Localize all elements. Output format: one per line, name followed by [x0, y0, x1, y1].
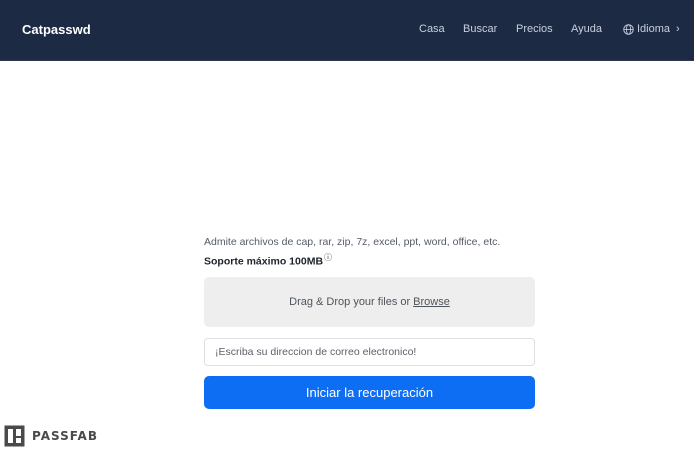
brand-logo[interactable]: Catpasswd: [22, 22, 91, 37]
nav-item-idioma[interactable]: Idioma ›: [623, 23, 680, 35]
top-navbar: Catpasswd Casa Buscar Precios Ayuda Idio…: [0, 0, 694, 61]
start-recovery-button[interactable]: Iniciar la recuperación: [204, 376, 535, 409]
supported-formats-text: Admite archivos de cap, rar, zip, 7z, ex…: [204, 236, 501, 248]
watermark: PASSFAB: [4, 425, 98, 447]
dropzone-text: Drag & Drop your files or: [289, 296, 411, 308]
idioma-label: Idioma: [637, 23, 671, 35]
max-size-text: Soporte máximo 100MBⓘ: [204, 252, 535, 268]
chevron-right-icon: ›: [676, 23, 680, 35]
nav-item-ayuda[interactable]: Ayuda: [571, 23, 602, 35]
max-size-label: Soporte máximo 100MB: [204, 255, 324, 268]
email-field[interactable]: [204, 338, 535, 366]
info-icon[interactable]: ⓘ: [324, 253, 332, 262]
nav-item-precios[interactable]: Precios: [516, 23, 553, 35]
browse-link[interactable]: Browse: [413, 296, 450, 308]
nav-item-buscar[interactable]: Buscar: [463, 23, 497, 35]
watermark-text: PASSFAB: [32, 429, 98, 443]
nav-item-casa[interactable]: Casa: [419, 23, 445, 35]
globe-icon: [623, 23, 634, 35]
passfab-logo-icon: [4, 425, 25, 447]
file-dropzone[interactable]: Drag & Drop your files or Browse: [204, 277, 535, 327]
